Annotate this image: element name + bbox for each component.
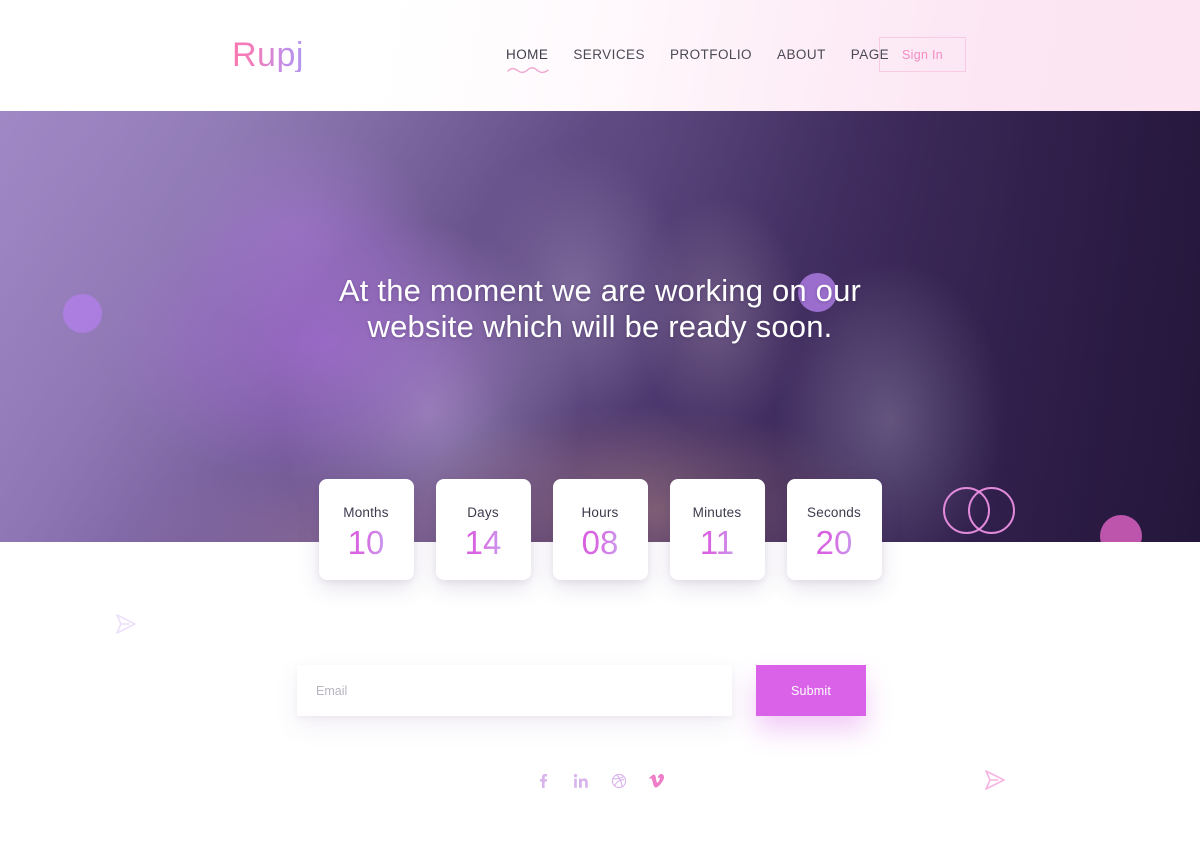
countdown-value: 08: [581, 524, 619, 561]
countdown-value: 20: [815, 524, 853, 561]
main-navigation: HOME SERVICES PROTFOLIO ABOUT PAGE: [506, 47, 889, 74]
nav-item-label: PROTFOLIO: [669, 47, 753, 62]
countdown-card-days: Days 14: [435, 479, 531, 580]
countdown-label: Days: [467, 505, 499, 520]
linkedin-icon[interactable]: [572, 772, 590, 790]
countdown-label: Hours: [581, 505, 619, 520]
countdown-label: Minutes: [692, 505, 742, 520]
hero-headline-line-2: website which will be ready soon.: [367, 309, 833, 344]
facebook-icon[interactable]: [534, 772, 552, 790]
sign-in-button[interactable]: Sign In: [879, 37, 966, 72]
dribbble-icon[interactable]: [610, 772, 628, 790]
nav-item-label: ABOUT: [777, 47, 826, 62]
subscribe-form: Submit: [297, 665, 866, 716]
countdown-value: 11: [699, 524, 735, 561]
social-links: [0, 772, 1200, 790]
hero-headline: At the moment we are working on our webs…: [0, 273, 1200, 345]
email-input[interactable]: [297, 665, 732, 716]
vimeo-icon[interactable]: [648, 772, 666, 790]
nav-item-label: SERVICES: [573, 47, 645, 62]
hero-section: At the moment we are working on our webs…: [0, 111, 1200, 542]
nav-item-about[interactable]: ABOUT: [777, 47, 826, 64]
hero-headline-line-1: At the moment we are working on our: [338, 273, 862, 308]
countdown-value: 10: [347, 524, 385, 561]
nav-item-label: HOME: [506, 47, 549, 62]
countdown-card-months: Months 10: [318, 479, 414, 580]
site-header: Rupj HOME SERVICES PROTFOLIO ABOUT PAGE: [0, 0, 1200, 111]
page-root: Rupj HOME SERVICES PROTFOLIO ABOUT PAGE: [0, 0, 1200, 841]
submit-button[interactable]: Submit: [756, 665, 866, 716]
countdown-card-minutes: Minutes 11: [669, 479, 765, 580]
countdown-label: Months: [343, 505, 389, 520]
nav-item-home[interactable]: HOME: [506, 47, 549, 74]
wavy-underline-icon: [507, 67, 549, 74]
brand-logo[interactable]: Rupj: [232, 38, 304, 72]
countdown-label: Seconds: [807, 505, 861, 520]
nav-item-protfolio[interactable]: PROTFOLIO: [670, 47, 752, 64]
nav-item-services[interactable]: SERVICES: [573, 47, 645, 64]
countdown-value: 14: [464, 524, 502, 561]
countdown-card-hours: Hours 08: [552, 479, 648, 580]
paper-plane-icon-left: [116, 614, 136, 634]
countdown-timer: Months 10 Days 14 Hours 08 Minutes 11 Se…: [0, 479, 1200, 580]
countdown-card-seconds: Seconds 20: [786, 479, 882, 580]
